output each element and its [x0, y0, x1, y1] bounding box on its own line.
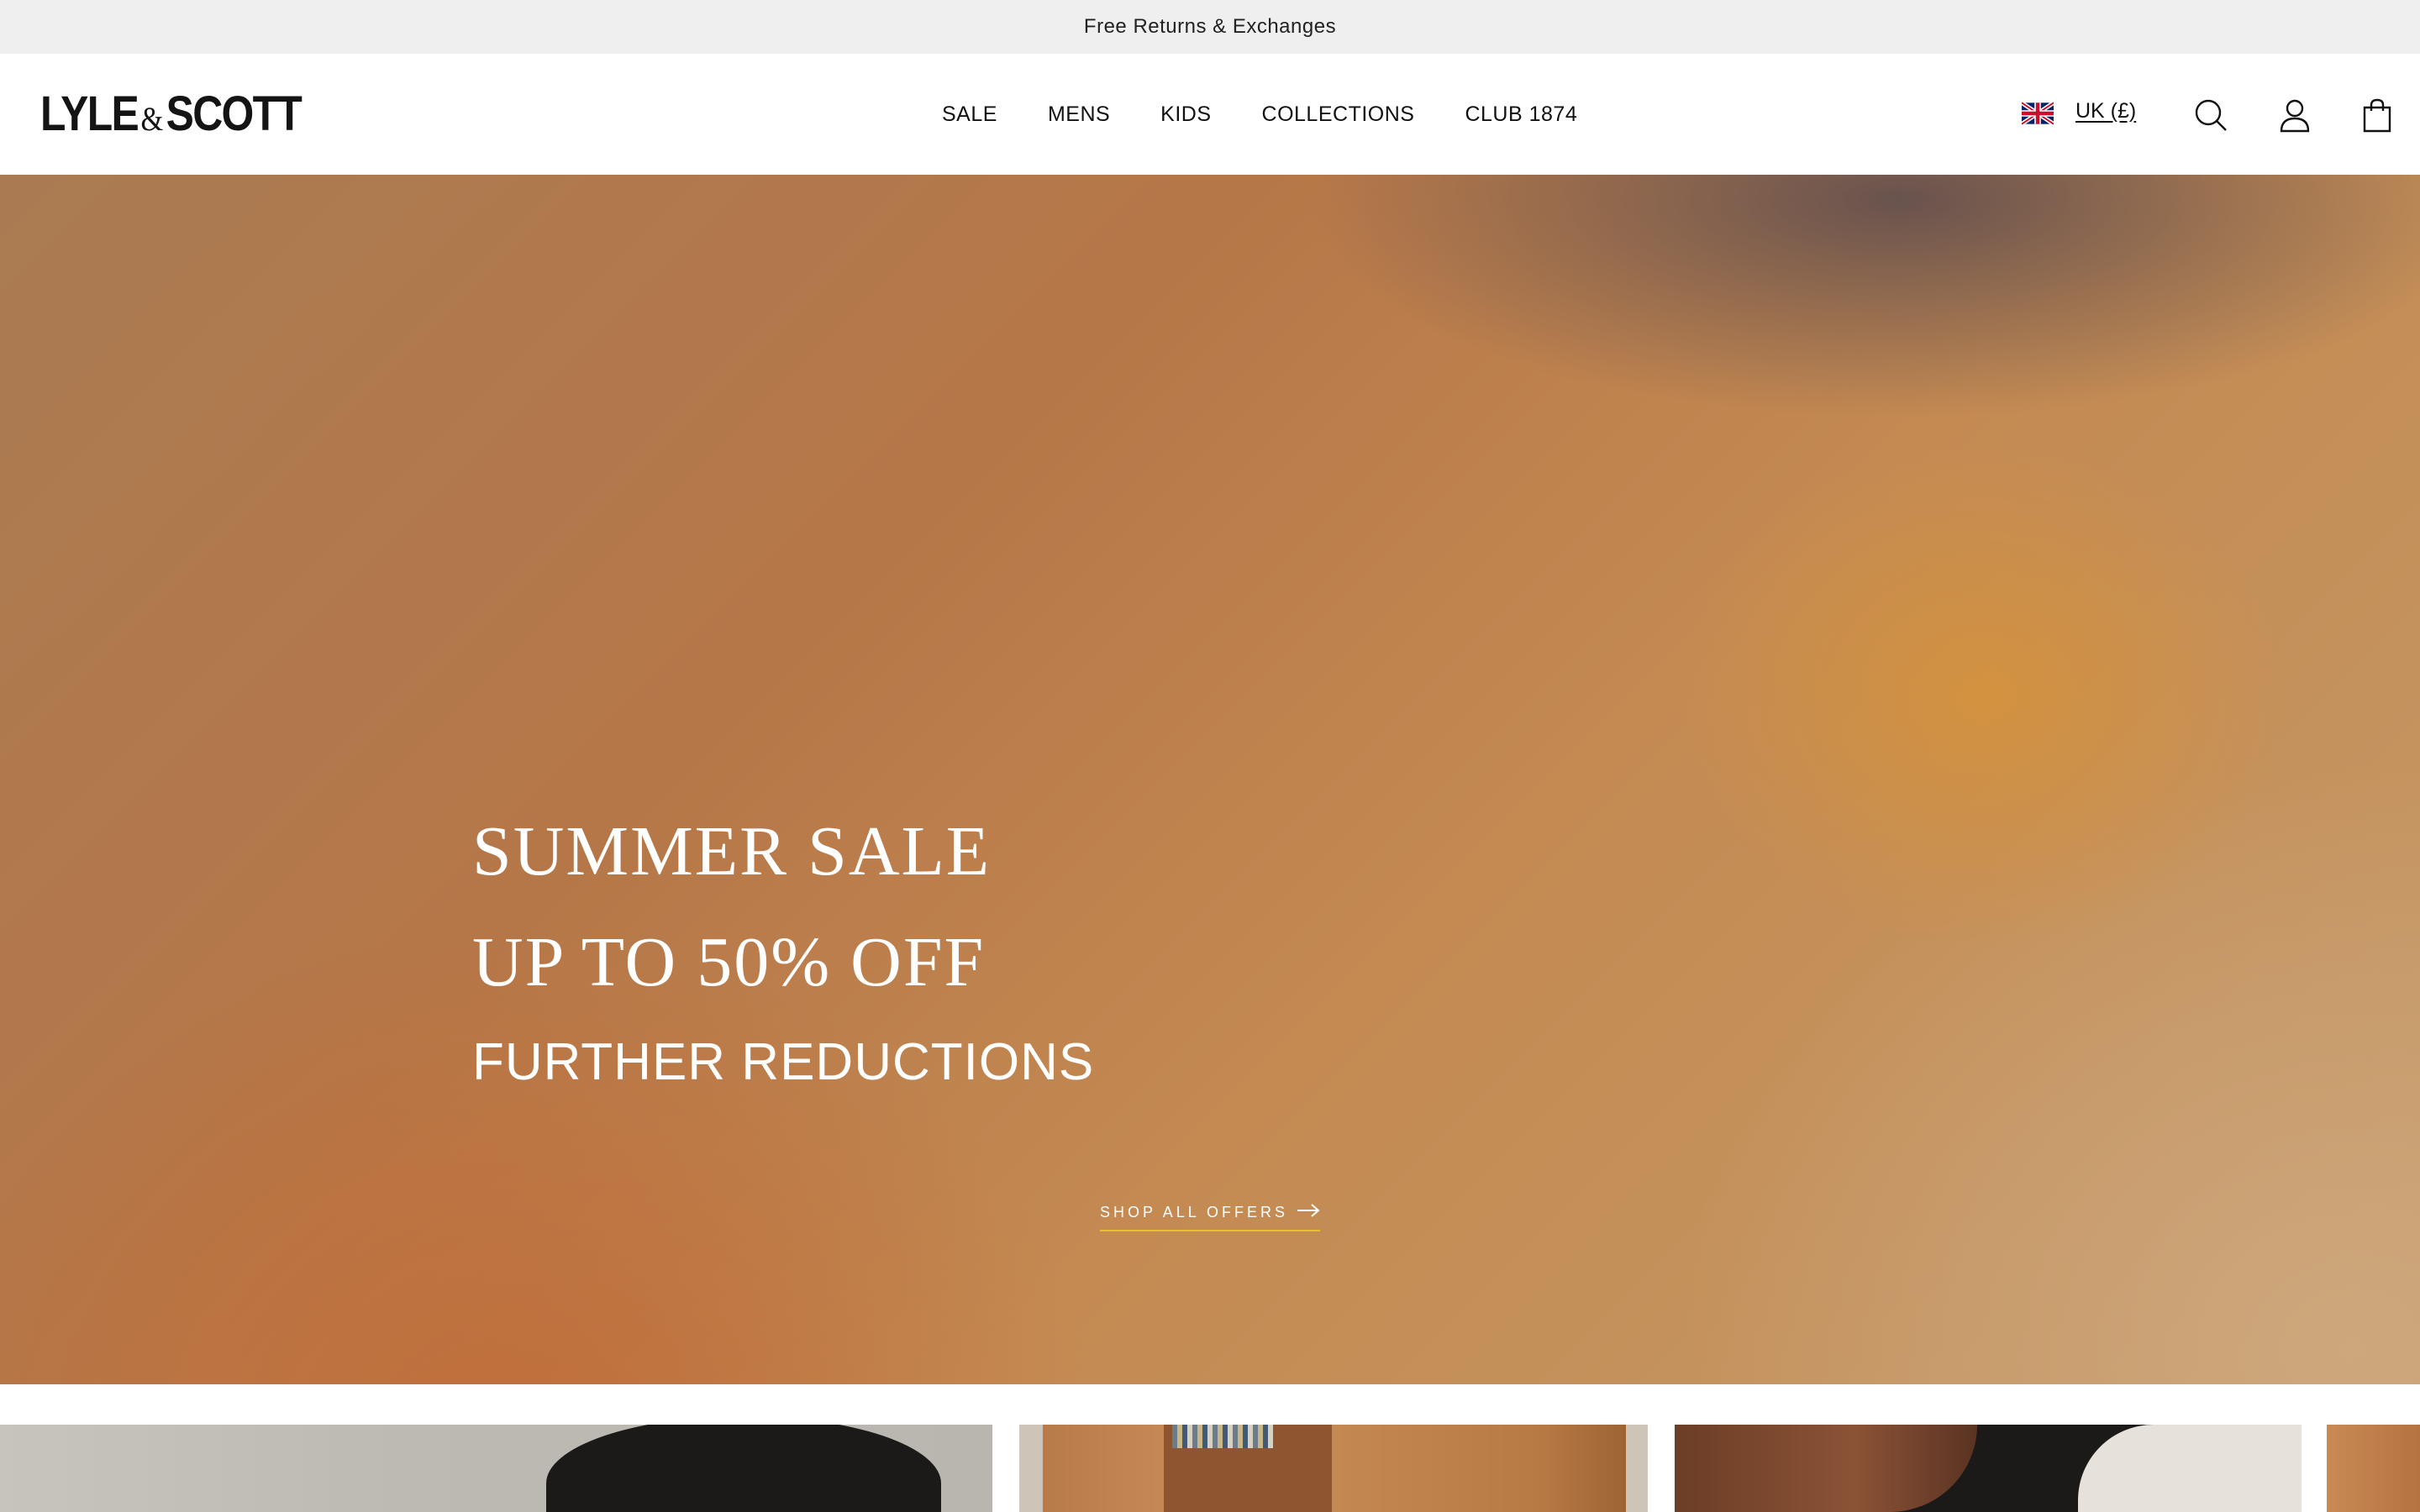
tile-image: [546, 1425, 941, 1512]
tile-image: [1172, 1425, 1273, 1448]
announcement-text[interactable]: Free Returns & Exchanges: [1084, 15, 1336, 39]
logo-word-lyle: LYLE: [40, 87, 139, 141]
site-header: LYLE & SCOTT SALE MENS KIDS COLLECTIONS CL…: [0, 54, 2420, 175]
header-utilities: UK (£): [1983, 54, 2420, 175]
tile-image: [1332, 1425, 1626, 1512]
arrow-right-icon: [1297, 1204, 1320, 1217]
account-icon[interactable]: [2277, 97, 2312, 133]
brand-logo[interactable]: LYLE & SCOTT: [40, 87, 302, 141]
tile-image: [1675, 1425, 1977, 1512]
hero-title: SUMMER SALE: [472, 812, 992, 890]
cta-label: SHOP ALL OFFERS: [1100, 1203, 1289, 1221]
hero-banner[interactable]: SUMMER SALE UP TO 50% OFF FURTHER REDUCT…: [0, 175, 2420, 1384]
nav-item-sale[interactable]: SALE: [942, 102, 997, 127]
hero-reductions: FURTHER REDUCTIONS: [472, 1033, 1095, 1091]
nav-item-kids[interactable]: KIDS: [1160, 102, 1211, 127]
locale-selector[interactable]: UK (£): [2075, 99, 2136, 123]
shopping-bag-icon[interactable]: [2360, 97, 2395, 133]
announcement-bar: Free Returns & Exchanges: [0, 0, 2420, 54]
tile-image: [2078, 1425, 2302, 1512]
category-tile-4[interactable]: [2327, 1425, 2420, 1512]
nav-item-club-1874[interactable]: CLUB 1874: [1465, 102, 1577, 127]
uk-flag-icon[interactable]: [2022, 102, 2054, 125]
nav-item-mens[interactable]: MENS: [1048, 102, 1110, 127]
hero-subtitle: UP TO 50% OFF: [472, 923, 986, 1001]
logo-word-scott: SCOTT: [166, 87, 302, 141]
nav-item-collections[interactable]: COLLECTIONS: [1262, 102, 1415, 127]
shop-all-offers-link[interactable]: SHOP ALL OFFERS: [1100, 1201, 1320, 1231]
category-tile-1[interactable]: [0, 1425, 992, 1512]
category-tile-3[interactable]: [1675, 1425, 2302, 1512]
category-tiles: [0, 1425, 2420, 1512]
logo-ampersand: &: [140, 100, 164, 138]
category-tile-2[interactable]: [1019, 1425, 1648, 1512]
main-nav: SALE MENS KIDS COLLECTIONS CLUB 1874: [942, 54, 1577, 175]
search-icon[interactable]: [2193, 97, 2228, 133]
